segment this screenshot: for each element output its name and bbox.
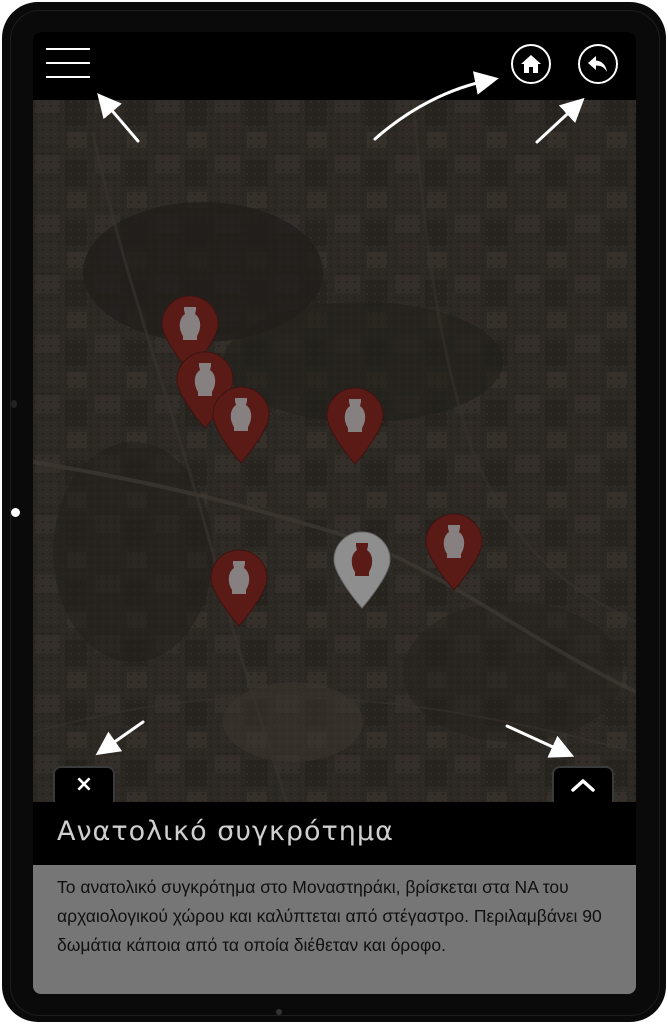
info-description-panel: Το ανατολικό συγκρότημα στο Μοναστηράκι,… bbox=[33, 865, 636, 994]
home-dot bbox=[276, 1009, 282, 1015]
site-pin[interactable] bbox=[209, 548, 269, 628]
back-button[interactable] bbox=[578, 44, 618, 84]
back-arrow-icon bbox=[588, 56, 607, 72]
side-button bbox=[11, 400, 17, 408]
site-pin[interactable] bbox=[211, 385, 271, 465]
info-title-bar: Ανατολικό συγκρότημα bbox=[33, 802, 636, 865]
site-title: Ανατολικό συγκρότημα bbox=[57, 816, 394, 847]
chevron-up-icon bbox=[571, 779, 595, 792]
site-pin-selected[interactable] bbox=[332, 530, 392, 610]
home-button[interactable] bbox=[511, 44, 551, 84]
side-light bbox=[11, 508, 20, 517]
site-description: Το ανατολικό συγκρότημα στο Μοναστηράκι,… bbox=[57, 877, 602, 955]
site-pin[interactable] bbox=[325, 386, 385, 466]
close-icon: × bbox=[74, 772, 94, 797]
hamburger-menu-icon[interactable] bbox=[46, 48, 90, 78]
site-pin[interactable] bbox=[424, 512, 484, 592]
top-bar bbox=[33, 32, 636, 100]
app-screen: × Ανατολικό συγκρότημα Το ανατολικό συγκ… bbox=[33, 32, 636, 994]
home-icon bbox=[521, 55, 541, 73]
